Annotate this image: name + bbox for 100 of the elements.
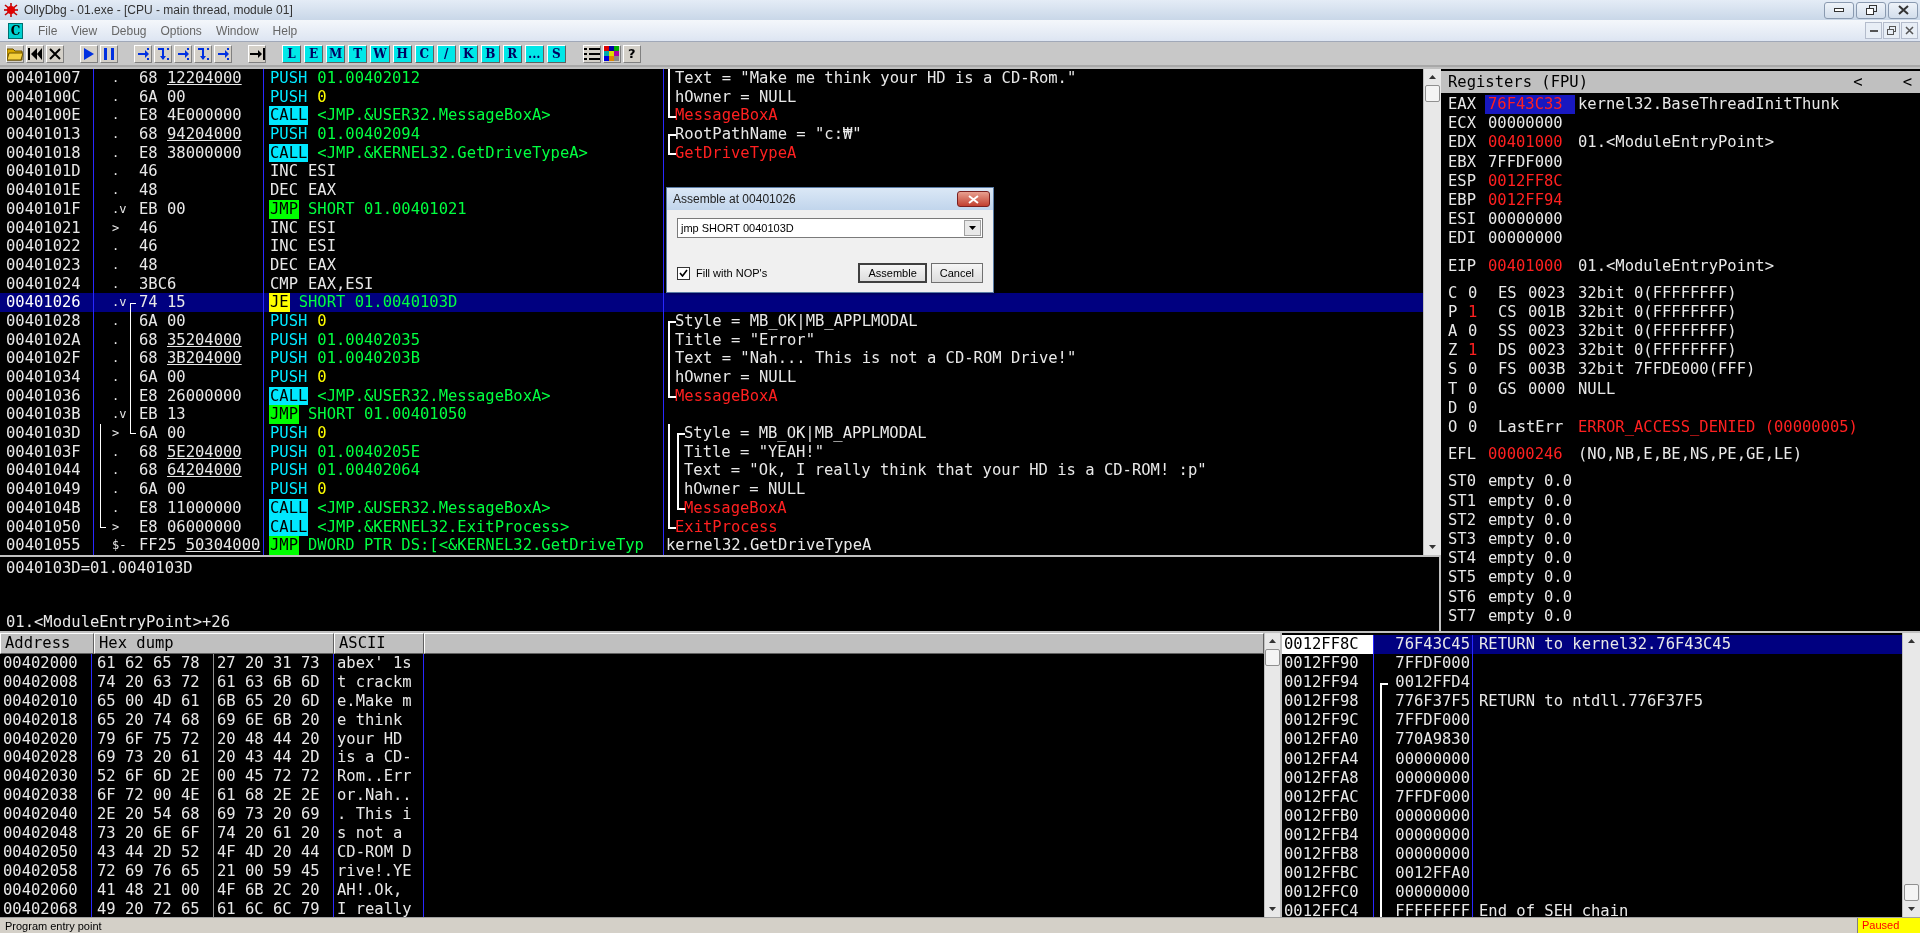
register-value[interactable]: 0012FF8C [1485,171,1575,191]
menu-item[interactable]: Window [208,23,266,38]
open-button[interactable] [6,44,24,63]
stack-row[interactable]: 0012FFBC 0012FFA0 [1282,864,1902,884]
menu-item[interactable]: Options [153,23,209,38]
scroll-thumb[interactable] [1265,649,1280,666]
help-button[interactable]: ? [622,44,641,63]
stack-row[interactable]: 0012FFA8 00000000 [1282,768,1902,788]
step-button[interactable] [214,44,232,63]
letter-toolbar-button[interactable]: ... [524,44,544,63]
column-header[interactable]: Hex dump [94,633,334,654]
code-row[interactable]: 00401022 . 46 INC ESI [0,237,1423,256]
code-row[interactable]: 0040103F . 68 5E204000 PUSH 01.0040205E Title = "YEAH!" [0,442,1423,462]
code-row[interactable]: 0040100E . E8 4E000000 CALL <JMP.&USER32.MessageBoxA> MessageBoxA [0,106,1423,126]
flag-value[interactable]: 1 [1468,302,1498,323]
register-value[interactable]: 00401000 [1485,256,1575,276]
pane-arrow[interactable]: < [1902,73,1912,91]
code-row[interactable]: 0040102F . 68 3B204000 PUSH 01.0040203B Text = "Nah... This is not a CD-ROM Drive!" [0,349,1423,368]
column-header[interactable]: Address [0,633,94,654]
code-row[interactable]: 00401055 $- FF25 50304000 JMP DWORD PTR DS:[<&KERNEL32.GetDriveTyp kernel32.GetDriveTypeA [0,536,1423,555]
code-row[interactable]: 0040103D > 6A 00 PUSH 0 Style = MB_OK|MB_APPLMODAL [0,424,1423,443]
flag-value[interactable]: 1 [1468,341,1498,361]
register-value[interactable]: 00000000 [1485,229,1575,249]
letter-toolbar-button[interactable]: T [348,44,368,63]
letter-toolbar-button[interactable]: B [480,44,500,63]
code-row[interactable]: 0040101D . 46 INC ESI [0,162,1423,182]
step-button[interactable] [174,44,192,63]
letter-toolbar-button[interactable]: S [546,44,566,63]
menu-item[interactable]: View [64,23,105,38]
letter-toolbar-button[interactable]: C [414,44,434,63]
letter-toolbar-button[interactable]: K [458,44,478,63]
stack-row[interactable]: 0012FFAC 7FFDF000 [1282,787,1902,807]
letter-toolbar-button[interactable]: H [392,44,412,63]
close-program-button[interactable] [46,44,64,63]
flag-value[interactable]: 0 [1468,283,1498,303]
close-button[interactable] [957,191,990,207]
minimize-button[interactable] [1865,22,1882,39]
flag-value[interactable]: 0 [1468,322,1498,342]
code-row[interactable]: 00401018 . E8 38000000 CALL <JMP.&KERNEL32.GetDriveTypeA> GetDriveTypeA [0,143,1423,163]
restart-button[interactable] [26,44,44,63]
stack-row[interactable]: 0012FF9C 7FFDF000 [1282,711,1902,731]
run-button[interactable] [80,44,98,63]
goto-button[interactable] [248,44,266,63]
stack-row[interactable]: 0012FFA0 770A9830 [1282,730,1902,750]
menu-item[interactable]: File [31,23,65,38]
checkbox-label[interactable]: Fill with NOP's [696,267,768,279]
register-value[interactable]: 00000000 [1485,114,1575,134]
flag-value[interactable]: 0 [1468,360,1498,380]
menu-item[interactable]: Debug [104,23,154,38]
letter-toolbar-button[interactable]: L [282,44,301,63]
dialog-button[interactable]: Assemble [858,263,927,283]
menu-item[interactable]: Help [265,23,305,38]
code-row[interactable]: 00401007 . 68 12204000 PUSH 01.00402012 Text = "Make me think your HD is a CD-Rom." [0,69,1423,88]
dropdown-button[interactable] [964,220,981,236]
stack-row[interactable]: 0012FFB4 00000000 [1282,825,1902,846]
pane-arrow[interactable]: < [1853,73,1863,91]
close-button[interactable] [1888,1,1918,19]
code-row[interactable]: 0040104B . E8 11000000 CALL <JMP.&USER32.MessageBoxA> MessageBoxA [0,498,1423,518]
list-button[interactable] [582,44,601,63]
code-row[interactable]: 00401026 .v 74 15 JE SHORT 01.0040103D [0,293,1423,312]
stack-row[interactable]: 0012FFA4 00000000 [1282,749,1902,769]
letter-toolbar-button[interactable]: M [326,44,346,63]
scroll-thumb[interactable] [1904,884,1919,901]
flag-value[interactable]: 0 [1468,398,1498,418]
code-row[interactable]: 00401028 . 6A 00 PUSH 0 Style = MB_OK|MB_APPLMODAL [0,311,1423,331]
nop-checkbox[interactable] [677,266,690,280]
colors-button[interactable] [602,44,621,63]
restore-button[interactable] [1856,1,1886,19]
code-row[interactable]: 00401036 . E8 26000000 CALL <JMP.&USER32.MessageBoxA> MessageBoxA [0,386,1423,406]
flag-value[interactable]: 0 [1468,418,1498,438]
letter-toolbar-button[interactable]: E [304,44,323,63]
pause-button[interactable] [100,44,118,63]
code-row[interactable]: 0040102A . 68 35204000 PUSH 01.00402035 Title = "Error" [0,330,1423,350]
scroll-thumb[interactable] [1425,85,1440,102]
step-button[interactable] [134,44,152,63]
register-value[interactable]: 0012FF94 [1485,190,1575,211]
code-row[interactable]: 00401050 > E8 06000000 CALL <JMP.&KERNEL32.ExitProcess> ExitProcess [0,517,1423,537]
stack-row[interactable]: 0012FF98 776F37F5 RETURN to ntdll.776F37F5 [1282,692,1902,712]
scrollbar[interactable] [1264,633,1280,917]
register-value[interactable]: 7FFDF000 [1485,152,1575,172]
stack-row[interactable]: 0012FFC0 00000000 [1282,883,1902,903]
restore-button[interactable] [1883,22,1900,39]
register-value[interactable]: 00000000 [1485,210,1575,230]
code-row[interactable]: 0040103B .v EB 13 JMP SHORT 01.00401050 [0,405,1423,425]
register-value[interactable]: 00000246 [1485,445,1575,465]
scrollbar[interactable] [1423,69,1441,555]
flag-value[interactable]: 0 [1468,379,1498,399]
command-combobox[interactable]: jmp SHORT 0040103D [677,218,983,238]
dialog-button[interactable]: Cancel [930,263,983,283]
step-button[interactable] [194,44,212,63]
register-value[interactable]: 00401000 [1485,133,1575,153]
close-button[interactable] [1901,22,1918,39]
stack-row[interactable]: 0012FF94 0012FFD4 [1282,673,1902,693]
letter-toolbar-button[interactable]: W [370,44,390,63]
scrollbar[interactable] [1902,633,1920,917]
step-button[interactable] [154,44,172,63]
minimize-button[interactable] [1824,1,1854,19]
column-header[interactable]: ASCII [334,633,424,654]
stack-row[interactable]: 0012FFB8 00000000 [1282,845,1902,865]
stack-row[interactable]: 0012FFB0 00000000 [1282,806,1902,826]
